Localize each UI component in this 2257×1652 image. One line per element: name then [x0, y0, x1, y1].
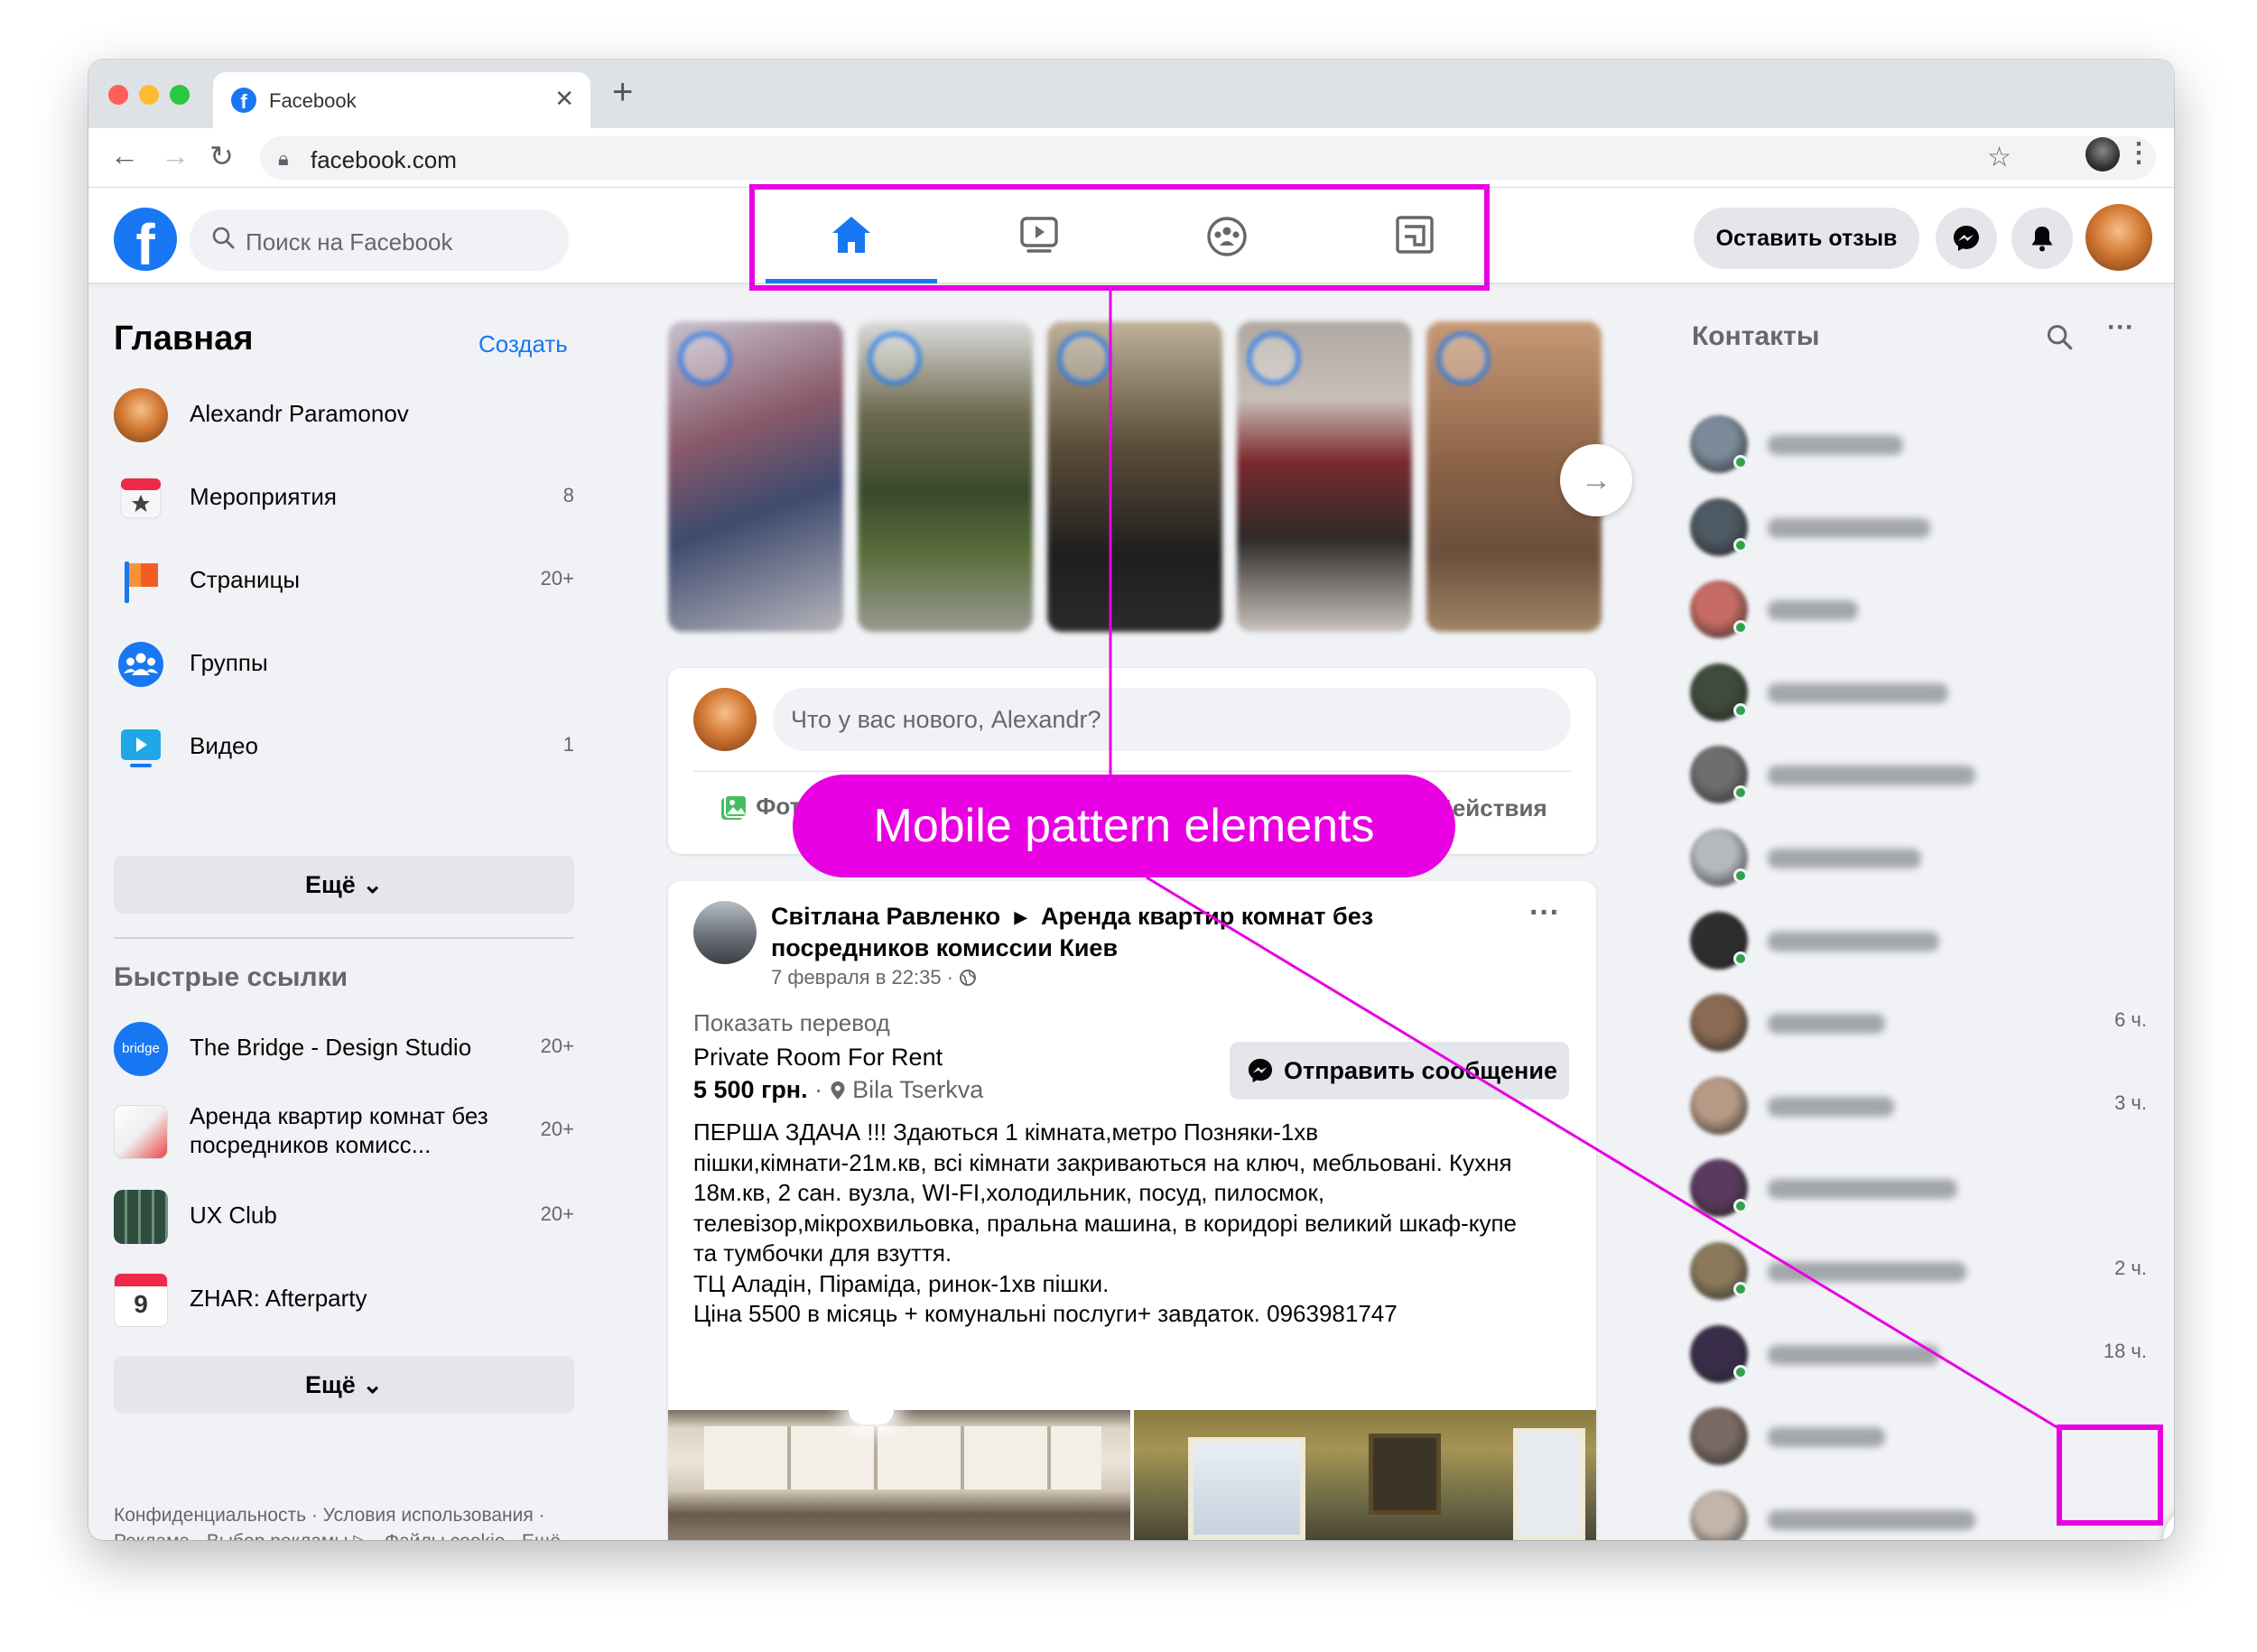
annotation-label: Mobile pattern elements [793, 775, 1455, 877]
